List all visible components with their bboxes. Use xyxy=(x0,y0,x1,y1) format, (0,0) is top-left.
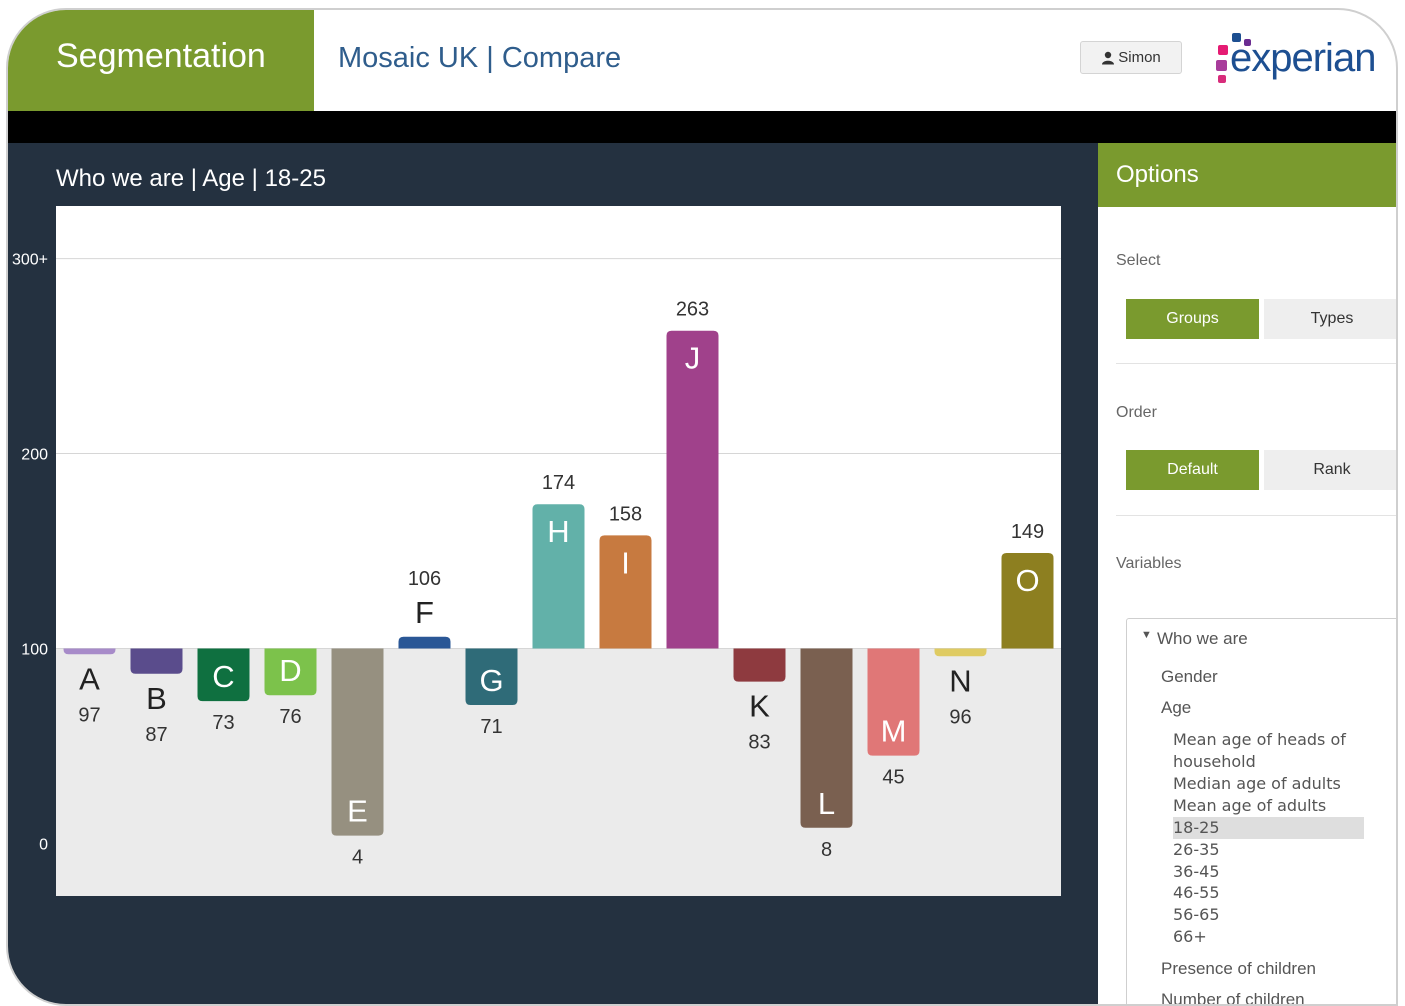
chart-title: Who we are | Age | 18-25 xyxy=(56,165,326,192)
bar-category-label: N xyxy=(949,663,971,698)
bar-category-label: C xyxy=(212,659,234,694)
page-title: Mosaic UK | Compare xyxy=(338,42,622,74)
bar-value-label: 4 xyxy=(352,847,363,869)
bar-category-label: M xyxy=(881,714,907,749)
nav-bar xyxy=(8,111,1396,143)
bar-value-label: 73 xyxy=(212,712,234,734)
types-button[interactable]: Types xyxy=(1264,299,1396,339)
tree-leaf-mean-age-heads-cont[interactable]: household xyxy=(1173,752,1256,771)
variables-tree[interactable]: ▼ Who we are Gender Age Mean age of head… xyxy=(1126,618,1396,1004)
bar xyxy=(666,330,719,649)
groups-button[interactable]: Groups xyxy=(1126,299,1259,339)
y-tick-label: 300+ xyxy=(12,252,48,269)
tree-leaf-mean-age-heads[interactable]: Mean age of heads of xyxy=(1173,730,1346,749)
bar-category-label: J xyxy=(685,341,701,376)
experian-logo[interactable]: experian xyxy=(1208,30,1383,90)
bar-value-label: 263 xyxy=(676,299,709,321)
bar-value-label: 87 xyxy=(145,724,167,746)
bar-value-label: 106 xyxy=(408,568,441,590)
bar-value-label: 158 xyxy=(609,503,642,525)
tree-node-age[interactable]: Age xyxy=(1161,698,1191,718)
y-tick-label: 200 xyxy=(21,447,48,464)
tree-node-who-we-are[interactable]: Who we are xyxy=(1157,629,1248,649)
variables-label: Variables xyxy=(1116,555,1182,572)
bar-value-label: 97 xyxy=(78,704,100,726)
bar-value-label: 174 xyxy=(542,472,575,494)
bar xyxy=(398,636,451,649)
divider xyxy=(1116,515,1396,516)
user-name: Simon xyxy=(1118,49,1161,66)
bar-category-label: F xyxy=(415,595,434,630)
y-tick-label: 0 xyxy=(39,836,48,853)
bar-value-label: 83 xyxy=(748,732,770,754)
tree-node-number-children[interactable]: Number of children xyxy=(1161,990,1305,1004)
caret-down-icon[interactable]: ▼ xyxy=(1141,629,1152,641)
bar xyxy=(63,648,116,655)
bar-category-label: O xyxy=(1015,563,1039,598)
bar-category-label: L xyxy=(818,786,835,821)
user-icon xyxy=(1102,51,1115,64)
bar-value-label: 76 xyxy=(279,706,301,728)
tree-leaf-26-35[interactable]: 26-35 xyxy=(1173,840,1220,859)
tree-leaf-46-55[interactable]: 46-55 xyxy=(1173,883,1220,902)
bar-category-label: H xyxy=(547,514,569,549)
bar-chart: 0 100 200 300+ A 97 B 87 C 73 D 76 E 4 F 106 G 71 H 174 I 158… xyxy=(12,206,1061,896)
tree-leaf-56-65[interactable]: 56-65 xyxy=(1173,905,1220,924)
tree-node-presence-children[interactable]: Presence of children xyxy=(1161,959,1316,979)
chart-panel: 0 100 200 300+ A 97 B 87 C 73 D 76 E 4 F 106 G 71 H 174 I 158… xyxy=(8,143,1098,1004)
y-tick-label: 100 xyxy=(21,641,48,658)
tree-leaf-mean-age-adults[interactable]: Mean age of adults xyxy=(1173,796,1326,815)
brand-title: Segmentation xyxy=(8,10,314,111)
bar xyxy=(934,648,987,657)
bar-value-label: 96 xyxy=(949,706,971,728)
bar-category-label: E xyxy=(347,794,368,829)
bar-value-label: 71 xyxy=(480,716,502,738)
tree-node-gender[interactable]: Gender xyxy=(1161,667,1218,687)
tree-leaf-36-45[interactable]: 36-45 xyxy=(1173,862,1220,881)
tree-leaf-66-plus[interactable]: 66+ xyxy=(1173,927,1207,946)
logo-wordmark: experian xyxy=(1230,36,1376,80)
tree-leaf-18-25[interactable]: 18-25 xyxy=(1173,817,1364,839)
options-title: Options xyxy=(1098,143,1396,207)
bar-category-label: I xyxy=(621,545,630,580)
divider xyxy=(1116,363,1396,364)
order-label: Order xyxy=(1116,404,1157,421)
bar-value-label: 149 xyxy=(1011,521,1044,543)
default-order-button[interactable]: Default xyxy=(1126,450,1259,490)
user-menu-button[interactable]: Simon xyxy=(1080,41,1182,74)
bar-value-label: 8 xyxy=(821,839,832,861)
bar-category-label: G xyxy=(479,663,503,698)
select-label: Select xyxy=(1116,252,1161,269)
bar xyxy=(130,648,183,674)
bar-category-label: A xyxy=(79,661,100,696)
bar-category-label: D xyxy=(279,653,301,688)
app-window: Segmentation Mosaic UK | Compare Simon e… xyxy=(6,8,1398,1006)
bar-category-label: K xyxy=(749,689,770,724)
bar-category-label: B xyxy=(146,681,167,716)
bar-value-label: 45 xyxy=(882,767,904,789)
bar xyxy=(733,648,786,682)
rank-order-button[interactable]: Rank xyxy=(1264,450,1396,490)
tree-leaf-median-age[interactable]: Median age of adults xyxy=(1173,774,1341,793)
options-panel: Options Select Groups Types Order Defaul… xyxy=(1098,143,1396,1004)
